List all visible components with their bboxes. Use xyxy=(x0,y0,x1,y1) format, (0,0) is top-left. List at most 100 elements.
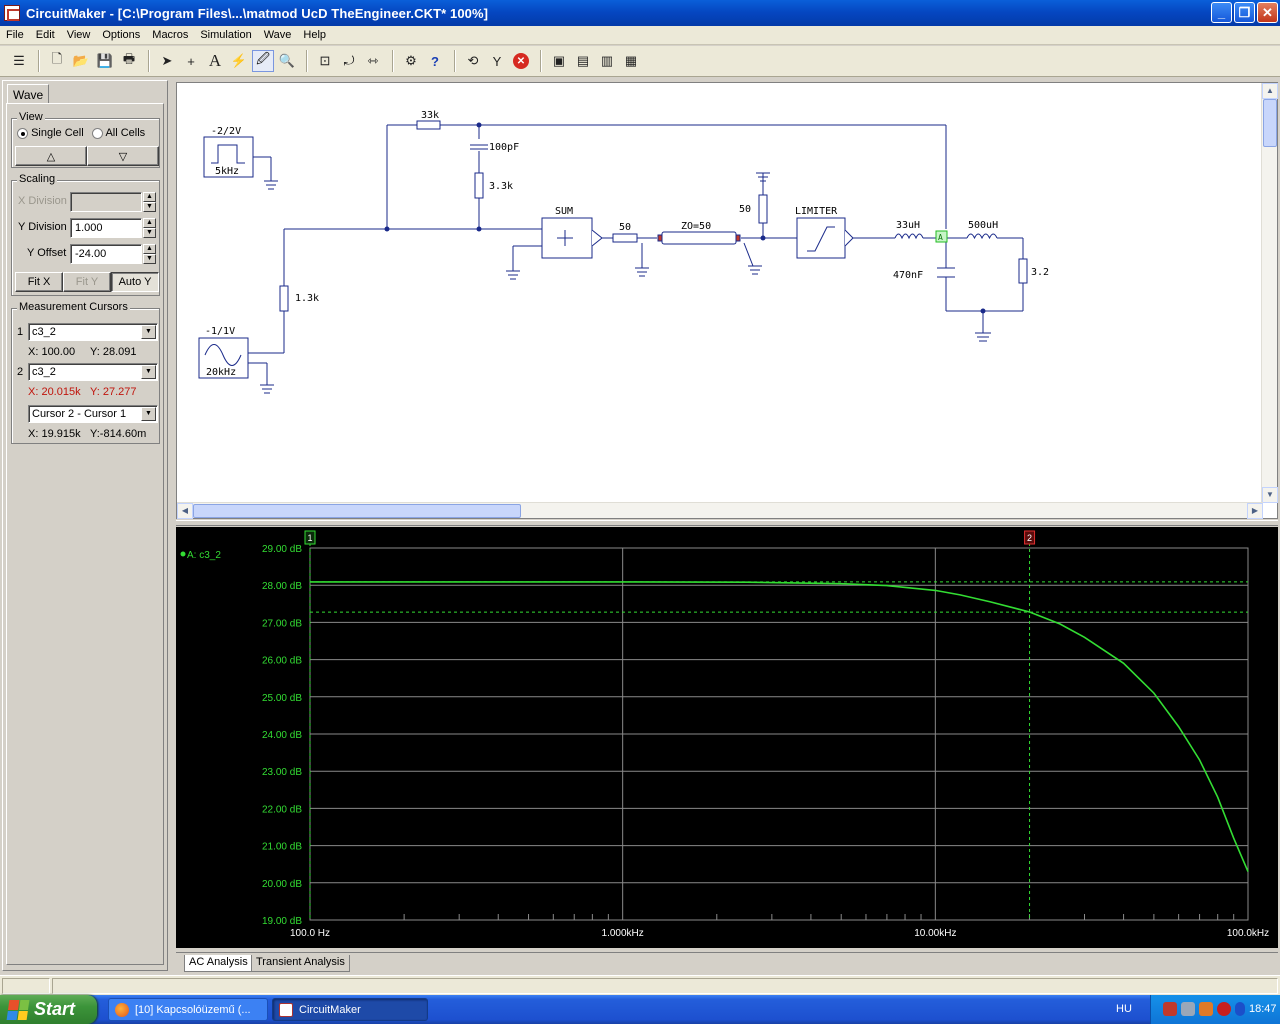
scroll-right-icon[interactable]: ▶ xyxy=(1247,503,1263,519)
wave-window-icon[interactable]: ▣ xyxy=(548,50,570,72)
scroll-down-icon[interactable]: ▼ xyxy=(1262,487,1278,503)
zoom-tool-icon[interactable]: 🔍 xyxy=(276,50,298,72)
schematic-canvas[interactable]: -2/2V 5kHz -1/1V 20kHz 33k 100pF 3.3k 1.… xyxy=(176,82,1278,519)
text-tool-icon[interactable]: A xyxy=(204,50,226,72)
rotate-icon[interactable]: ⤾ xyxy=(338,50,360,72)
schematic-drawing[interactable]: -2/2V 5kHz -1/1V 20kHz 33k 100pF 3.3k 1.… xyxy=(177,83,1262,503)
bluetooth-icon[interactable] xyxy=(1235,1002,1245,1016)
y-tick-label: 21.00 dB xyxy=(262,842,302,853)
resistor-3-3k[interactable] xyxy=(474,172,484,199)
resistor-3-2[interactable] xyxy=(1018,258,1028,284)
schematic-horizontal-scrollbar[interactable]: ◀ ▶ xyxy=(177,502,1263,519)
fit-x-button[interactable]: Fit X xyxy=(15,272,63,292)
menu-options[interactable]: Options xyxy=(96,29,146,41)
taskbar-item-firefox[interactable]: [10] Kapcsolóüzemű (... xyxy=(108,998,268,1021)
scroll-up-icon[interactable]: ▲ xyxy=(1262,83,1278,99)
digital-probe-icon[interactable]: ⚡ xyxy=(228,50,250,72)
c100pf-label: 100pF xyxy=(489,142,519,153)
language-indicator[interactable]: HU xyxy=(1116,1003,1132,1015)
resistor-33k[interactable] xyxy=(416,120,441,130)
menu-macros[interactable]: Macros xyxy=(146,29,194,41)
analysis-options-icon[interactable]: ▦ xyxy=(620,50,642,72)
menu-simulation[interactable]: Simulation xyxy=(194,29,257,41)
x-division-spinner[interactable]: ▲ ▼ xyxy=(143,192,156,212)
cursor-difference-select[interactable]: Cursor 2 - Cursor 1 ▼ xyxy=(28,405,158,423)
close-button[interactable]: ✕ xyxy=(1257,2,1278,23)
volume-icon[interactable] xyxy=(1199,1002,1213,1016)
mirror-icon[interactable]: ⇿ xyxy=(362,50,384,72)
resistor-1-3k[interactable] xyxy=(279,285,289,312)
wire-tool-icon[interactable]: + xyxy=(180,50,202,72)
security-alert-icon[interactable] xyxy=(1217,1002,1231,1016)
schematic-vertical-scrollbar[interactable]: ▲ ▼ xyxy=(1261,83,1278,503)
step-icon[interactable]: Y xyxy=(486,50,508,72)
cell-down-button[interactable]: ▽ xyxy=(87,146,159,166)
save-icon[interactable]: 💾 xyxy=(94,50,116,72)
antivirus-icon[interactable] xyxy=(1163,1002,1177,1016)
measurement-cursor-lines[interactable]: 12 xyxy=(304,530,1248,920)
trace-legend[interactable]: A: c3_2 xyxy=(187,550,221,561)
tab-ac-analysis[interactable]: AC Analysis xyxy=(184,955,253,972)
single-cell-option[interactable]: Single Cell xyxy=(17,127,84,139)
inductor-33uh[interactable] xyxy=(894,233,924,240)
auto-y-button[interactable]: Auto Y xyxy=(111,272,159,292)
x-axis-tick-labels: 100.0 Hz 1.000kHz 10.00kHz 100.0kHz xyxy=(290,928,1269,939)
chevron-down-icon[interactable]: ▼ xyxy=(141,365,156,379)
y-division-spinner[interactable]: ▲ ▼ xyxy=(143,218,156,238)
pane-splitter[interactable] xyxy=(176,520,1278,526)
scroll-left-icon[interactable]: ◀ xyxy=(177,503,193,519)
x-division-input[interactable] xyxy=(70,192,142,212)
arrow-tool-icon[interactable]: ➤ xyxy=(156,50,178,72)
restore-button[interactable]: ❐ xyxy=(1234,2,1255,23)
transmission-line[interactable] xyxy=(661,231,737,245)
single-cell-radio[interactable] xyxy=(17,127,28,139)
stop-simulation-icon[interactable]: ✕ xyxy=(510,50,532,72)
resistor-50-series[interactable] xyxy=(612,233,638,243)
trace-series[interactable] xyxy=(310,581,1249,872)
open-folder-icon[interactable]: 📂 xyxy=(70,50,92,72)
all-cells-option[interactable]: All Cells xyxy=(92,127,145,139)
help-icon[interactable]: ? xyxy=(424,50,446,72)
search-parts-icon[interactable]: ⚙ xyxy=(400,50,422,72)
chevron-down-icon[interactable]: ▼ xyxy=(141,325,156,339)
analysis-setup-icon[interactable]: ▤ xyxy=(572,50,594,72)
print-icon[interactable]: 🖶 xyxy=(118,50,140,72)
start-button[interactable]: Start xyxy=(0,995,97,1024)
taskbar-item-circuitmaker[interactable]: CircuitMaker xyxy=(272,998,428,1021)
menu-help[interactable]: Help xyxy=(297,29,332,41)
inductor-500uh[interactable] xyxy=(966,233,998,240)
trace-c3-2-line[interactable] xyxy=(310,581,1249,872)
new-file-icon[interactable]: 🗋 xyxy=(46,50,68,72)
network-icon[interactable] xyxy=(1181,1002,1195,1016)
all-cells-radio[interactable] xyxy=(92,127,103,139)
circuitmaker-app-icon[interactable] xyxy=(4,5,20,21)
cursor2-trace-select[interactable]: c3_2 ▼ xyxy=(28,363,158,381)
waveform-plot[interactable]: 29.00 dB 28.00 dB 27.00 dB 26.00 dB 25.00 dB… xyxy=(176,527,1278,948)
reset-icon[interactable]: ⟲ xyxy=(462,50,484,72)
panel-toggle-icon[interactable]: ☰ xyxy=(8,50,30,72)
components[interactable] xyxy=(198,120,1028,379)
vertical-scroll-thumb[interactable] xyxy=(1263,99,1277,147)
y-division-input[interactable]: 1.000 xyxy=(70,218,142,238)
fit-y-button[interactable]: Fit Y xyxy=(63,272,111,292)
cell-up-button[interactable]: △ xyxy=(15,146,87,166)
minimize-button[interactable]: _ xyxy=(1211,2,1232,23)
menu-edit[interactable]: Edit xyxy=(30,29,61,41)
cursor1-trace-select[interactable]: c3_2 ▼ xyxy=(28,323,158,341)
analysis-run-icon[interactable]: ▥ xyxy=(596,50,618,72)
chevron-down-icon[interactable]: ▼ xyxy=(141,407,156,421)
tab-transient-analysis[interactable]: Transient Analysis xyxy=(251,955,350,972)
y-offset-input[interactable]: -24.00 xyxy=(70,244,142,264)
resistor-50-shunt[interactable] xyxy=(758,194,768,224)
tab-wave[interactable]: Wave xyxy=(7,84,49,104)
cursor2-x-readout: X: 20.015k xyxy=(28,386,81,398)
zoom-fit-icon[interactable]: ⊡ xyxy=(314,50,336,72)
menu-wave[interactable]: Wave xyxy=(258,29,298,41)
y-offset-spinner[interactable]: ▲ ▼ xyxy=(143,244,156,264)
menu-view[interactable]: View xyxy=(61,29,97,41)
title-bar[interactable]: CircuitMaker - [C:\Program Files\...\mat… xyxy=(0,0,1280,26)
horizontal-scroll-thumb[interactable] xyxy=(193,504,521,518)
ac-analysis-chart[interactable]: 29.00 dB 28.00 dB 27.00 dB 26.00 dB 25.00 dB… xyxy=(176,527,1278,948)
probe-tool-icon[interactable]: 🖉 xyxy=(252,50,274,72)
menu-file[interactable]: File xyxy=(0,29,30,41)
